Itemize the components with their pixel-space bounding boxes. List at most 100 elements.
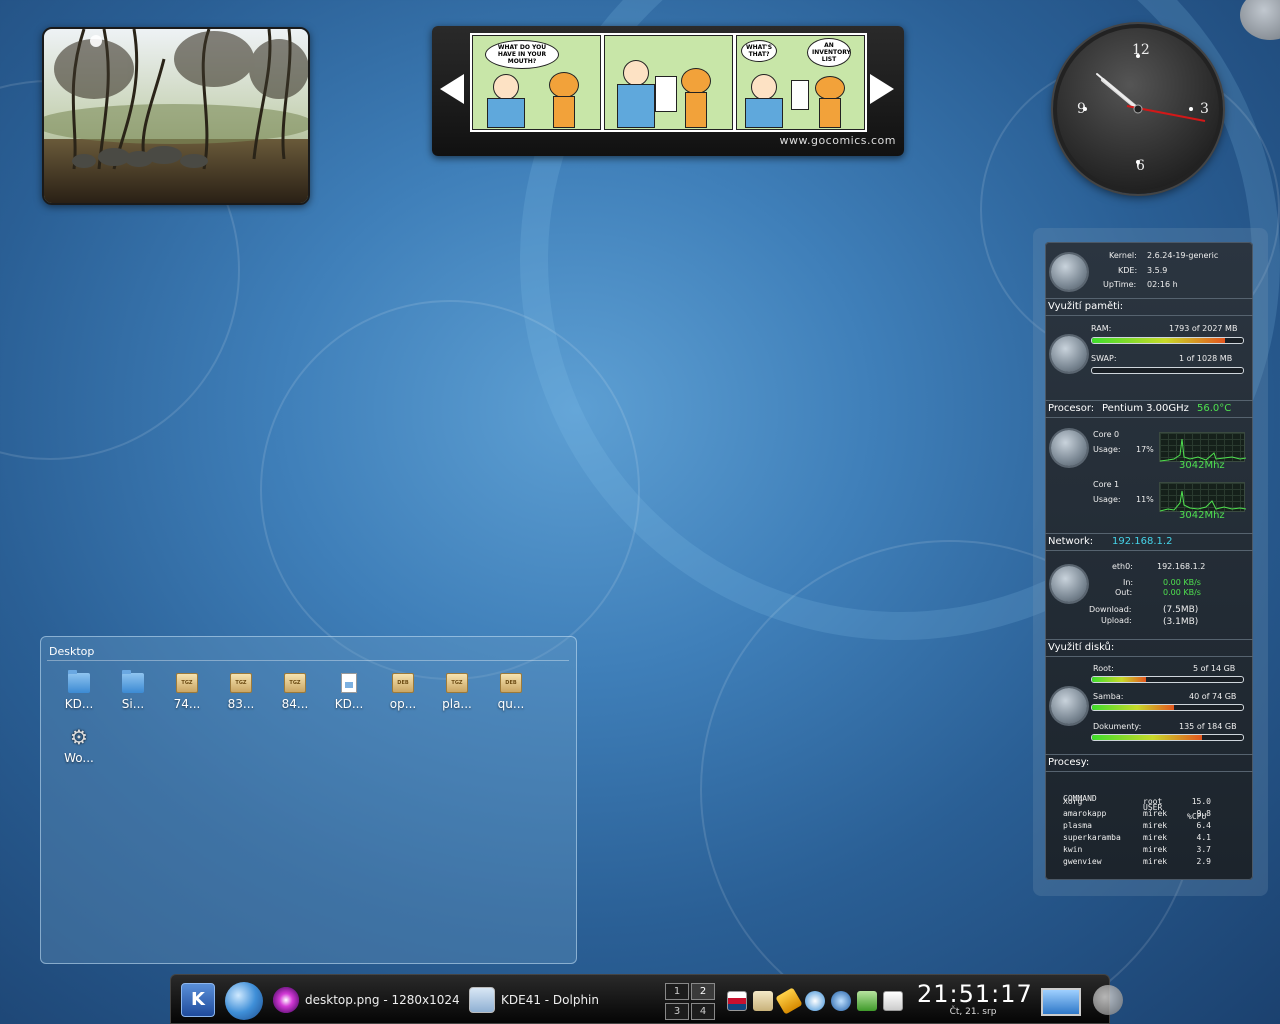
root-disk-label: Root:: [1093, 664, 1114, 673]
file-label: pla...: [442, 697, 472, 711]
taskbar-panel: K desktop.png - 1280x1024 KDE41 - Dolphi…: [170, 974, 1123, 1024]
cpu-name: Pentium 3.00GHz: [1102, 403, 1189, 414]
ram-label: RAM:: [1091, 324, 1112, 333]
disk-section-divider: [1045, 656, 1253, 657]
network-section-title: Network:: [1048, 536, 1094, 547]
core1-usage-label: Usage:: [1093, 495, 1121, 504]
uptime-value: 02:16 h: [1147, 280, 1178, 289]
outgoing-rate: 0.00 KB/s: [1163, 588, 1201, 597]
comic-panel-1: WHAT DO YOU HAVE IN YOUR MOUTH?: [472, 35, 601, 130]
pager-desktop-1[interactable]: 1: [665, 983, 689, 1000]
garfield-figure: [681, 68, 711, 94]
virtual-desktop-pager[interactable]: 1 2 3 4: [665, 983, 717, 1021]
samba-disk-value: 40 of 74 GB: [1189, 692, 1237, 701]
gwenview-icon: [273, 987, 299, 1013]
cpu-section-title: Procesor:: [1048, 403, 1095, 414]
core0-usage: 17%: [1136, 445, 1154, 454]
forest-photo: [44, 29, 308, 203]
cpu-chip-icon: [1051, 430, 1087, 466]
garfield-body: [553, 96, 575, 128]
clock-date: Čt, 21. srp: [949, 1007, 997, 1017]
photo-frame-widget[interactable]: [42, 27, 310, 205]
taskbar-task-dolphin[interactable]: KDE41 - Dolphin: [469, 984, 599, 1016]
cpu-temperature: 56.0°C: [1197, 403, 1232, 414]
tgz-archive-icon: TGZ: [446, 673, 468, 693]
kde-version-label: KDE:: [1118, 266, 1138, 275]
amarok-icon[interactable]: [831, 991, 851, 1011]
web-browser-launcher-icon[interactable]: [225, 982, 263, 1020]
desktop-file-item[interactable]: KD...: [54, 670, 104, 711]
desktop-file-item[interactable]: DEB qu...: [486, 673, 536, 711]
desktop-file-item[interactable]: TGZ pla...: [432, 673, 482, 711]
previous-comic-arrow-icon[interactable]: [440, 74, 464, 104]
pager-desktop-4[interactable]: 4: [691, 1003, 715, 1020]
eth0-label: eth0:: [1112, 562, 1133, 571]
core1-label: Core 1: [1093, 480, 1120, 489]
desktop-file-item[interactable]: TGZ 83...: [216, 673, 266, 711]
jon-figure: [623, 60, 649, 86]
desktop-file-item[interactable]: TGZ 74...: [162, 673, 212, 711]
panel-toolbox-cashew-icon[interactable]: [1093, 985, 1123, 1015]
kopete-icon[interactable]: [857, 991, 877, 1011]
clock-hands: [1083, 54, 1206, 164]
root-disk-value: 5 of 14 GB: [1193, 664, 1236, 673]
clipboard-icon[interactable]: [753, 991, 773, 1011]
gear-icon: ⚙: [70, 725, 88, 749]
tgz-archive-icon: TGZ: [230, 673, 252, 693]
process-cpu: 15.0: [1191, 797, 1211, 806]
disk-section-divider: [1045, 639, 1253, 640]
process-cpu: 4.1: [1196, 833, 1211, 842]
process-cpu: 9.8: [1196, 809, 1211, 818]
deb-package-icon: DEB: [500, 673, 522, 693]
core1-usage: 11%: [1136, 495, 1154, 504]
pager-desktop-2[interactable]: 2: [691, 983, 715, 1000]
upload-label: Upload:: [1101, 616, 1132, 625]
desktop-file-item[interactable]: Si...: [108, 670, 158, 711]
desktop-file-item[interactable]: TGZ 84...: [270, 673, 320, 711]
system-monitor-widget: Kernel: 2.6.24-19-generic KDE: 3.5.9 UpT…: [1033, 228, 1268, 896]
network-icon[interactable]: [805, 991, 825, 1011]
network-ip: 192.168.1.2: [1112, 536, 1173, 547]
file-label: 74...: [173, 697, 201, 711]
mail-icon[interactable]: [883, 991, 903, 1011]
hard-disk-icon: [1051, 688, 1087, 724]
jon-shirt: [617, 84, 655, 128]
desktop-toolbox-cashew-icon[interactable]: [1240, 0, 1280, 40]
incoming-rate: 0.00 KB/s: [1163, 578, 1201, 587]
desktop-file-item[interactable]: ⚙ Wo...: [54, 727, 104, 765]
show-desktop-icon[interactable]: [1041, 988, 1081, 1016]
document-icon: [341, 673, 357, 693]
kernel-label: Kernel:: [1109, 251, 1137, 260]
folder-icon: [68, 670, 90, 693]
folder-view-widget[interactable]: Desktop KD... Si... TGZ 74... TGZ 83... TGZ 84.…: [40, 636, 577, 964]
analog-clock-widget: 12 3 6 9: [1053, 24, 1223, 194]
jon-figure: [751, 74, 777, 100]
file-label: qu...: [497, 697, 525, 711]
kde-application-launcher-button[interactable]: K: [181, 983, 215, 1017]
kde-version-value: 3.5.9: [1147, 266, 1168, 275]
taskbar-task-gwenview[interactable]: desktop.png - 1280x1024: [273, 984, 460, 1016]
garfield-body: [819, 98, 841, 128]
process-section-title: Procesy:: [1048, 757, 1090, 768]
digital-clock[interactable]: 21:51:17 Čt, 21. srp: [917, 980, 1033, 1017]
clock-time: 21:51:17: [917, 980, 1033, 1008]
core1-frequency: 3042Mhz: [1179, 510, 1225, 521]
file-label: Si...: [121, 697, 145, 711]
network-section-divider: [1045, 533, 1253, 534]
root-disk-bar: [1091, 676, 1244, 683]
keyboard-layout-icon[interactable]: [727, 991, 747, 1011]
swap-value: 1 of 1028 MB: [1179, 354, 1233, 363]
pager-desktop-3[interactable]: 3: [665, 1003, 689, 1020]
comic-strip-widget: WHAT DO YOU HAVE IN YOUR MOUTH? WHAT'S T…: [432, 26, 904, 156]
desktop-file-item[interactable]: DEB op...: [378, 673, 428, 711]
download-total: (7.5MB): [1163, 605, 1199, 615]
tgz-archive-icon: TGZ: [284, 673, 306, 693]
garfield-figure: [549, 72, 579, 98]
updates-icon[interactable]: [775, 987, 803, 1015]
next-comic-arrow-icon[interactable]: [870, 74, 894, 104]
uptime-label: UpTime:: [1103, 280, 1137, 289]
desktop-file-item[interactable]: KD...: [324, 673, 374, 711]
comic-source-link[interactable]: www.gocomics.com: [779, 134, 896, 147]
samba-disk-label: Samba:: [1093, 692, 1124, 701]
process-cpu: 6.4: [1196, 821, 1211, 830]
